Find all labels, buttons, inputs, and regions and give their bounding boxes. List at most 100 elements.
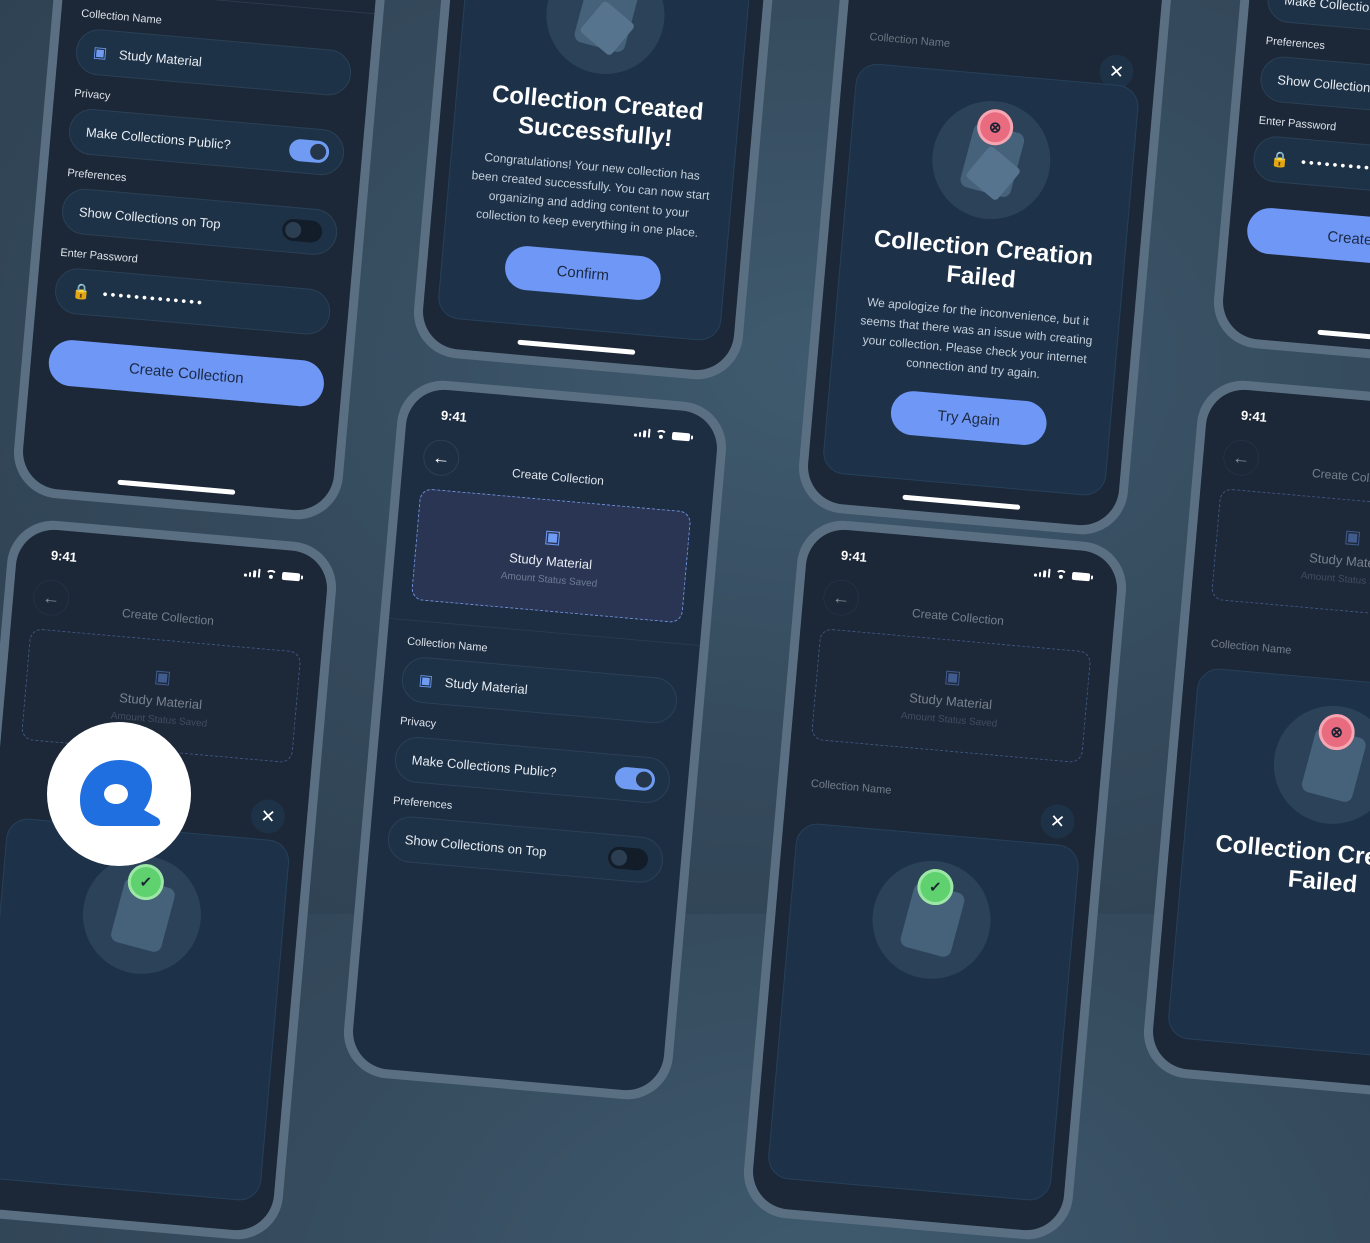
phone-error-bottom-right: 9:41 ← Create Collection ▣ Study Materia…	[1140, 376, 1370, 1104]
screen: Collection Name ▣ Study Material Privacy…	[19, 0, 391, 514]
brand-logo	[47, 722, 191, 866]
home-indicator	[1317, 329, 1370, 345]
showcase-stage: Collection Name ▣ Study Material Privacy…	[0, 0, 1370, 1243]
privacy-toggle-label: Make Collections Public?	[85, 124, 232, 152]
book-icon: ▣	[1343, 525, 1363, 547]
success-modal: Collection Created Successfully! Congrat…	[436, 0, 755, 343]
preview-title: Study Material	[1308, 549, 1370, 572]
preview-title: Study Material	[508, 549, 593, 572]
lock-icon: 🔒	[71, 282, 92, 302]
preferences-toggle-label: Show Collections on Top	[78, 203, 222, 232]
collection-preview-card: ▣ Study Material Amount Status Saved	[410, 488, 692, 624]
collection-preview-card: ▣ Study Material Amount Status Saved	[810, 628, 1092, 764]
screen: 9:41 ← Create Collection ▣ Study Materia…	[1149, 386, 1370, 1094]
preferences-toggle-label: Show Collections on Top	[1276, 71, 1370, 99]
status-bar: 9:41	[440, 407, 691, 445]
preview-title: Study Material	[908, 689, 993, 712]
status-time: 9:41	[1240, 407, 1268, 425]
phone-form-top-right: Make Collections Public? Preferences Sho…	[1210, 0, 1370, 374]
error-modal: ⊗ Collection Creation Failed We apologiz…	[821, 62, 1141, 498]
lock-icon: 🔒	[1269, 150, 1290, 170]
battery-icon	[281, 571, 301, 581]
preview-title: Study Material	[118, 689, 203, 712]
collection-name-value: Study Material	[118, 46, 203, 69]
preferences-toggle-label: Show Collections on Top	[404, 831, 548, 859]
toggle-knob	[610, 849, 628, 867]
privacy-toggle[interactable]	[614, 766, 656, 792]
signal-icon	[633, 427, 651, 438]
success-title: Collection Created Successfully!	[490, 80, 705, 153]
status-bar: 9:41	[50, 547, 301, 585]
password-value: •••••••••••••	[101, 285, 206, 311]
top-bar: ← Create Collection	[1221, 438, 1370, 498]
status-time: 9:41	[50, 547, 78, 565]
status-time: 9:41	[840, 547, 868, 565]
book-icon: ▣	[943, 665, 963, 687]
password-value: •••••••••••••	[1300, 153, 1370, 179]
status-time: 9:41	[440, 407, 468, 425]
screen: Collection Name ✕ ⊗ Collection Creation …	[804, 0, 1176, 529]
create-collection-button[interactable]: Create Collection	[1245, 206, 1370, 277]
success-modal: ✓	[766, 821, 1081, 1203]
create-collection-button[interactable]: Create Collection	[46, 338, 326, 409]
signal-icon	[243, 567, 261, 578]
create-collection-form: Collection Name ▣ Study Material Privacy…	[46, 8, 355, 409]
book-icon: ▣	[92, 43, 108, 63]
wifi-icon	[655, 429, 668, 439]
password-input[interactable]: 🔒 •••••••••••••	[1251, 134, 1370, 205]
close-icon: ✕	[1049, 810, 1067, 832]
preferences-row: Show Collections on Top	[1258, 54, 1370, 125]
phone-success-bottom-left: 9:41 ← Create Collection ▣ Study Materia…	[0, 516, 340, 1243]
status-icons	[243, 567, 301, 581]
status-bar: 9:41	[840, 547, 1091, 585]
try-again-button[interactable]: Try Again	[889, 389, 1049, 448]
book-icon: ▣	[153, 665, 173, 687]
wifi-icon	[265, 569, 278, 579]
collection-illustration: ✓	[867, 855, 996, 984]
error-modal: ⊗ Collection Creation Failed	[1166, 666, 1370, 1063]
collection-preview-card: ▣ Study Material Amount Status Saved	[1210, 488, 1370, 624]
status-bar: 9:41	[1240, 408, 1370, 445]
screen: 9:41 ← Create Collection ▣ Study Materia…	[749, 526, 1121, 1234]
book-icon: ▣	[418, 671, 434, 690]
top-bar: ← Create Collection	[31, 578, 306, 638]
collection-name-value: Study Material	[444, 674, 529, 697]
privacy-toggle-label: Make Collections Public?	[411, 751, 558, 780]
close-button[interactable]: ✕	[1039, 803, 1076, 840]
collection-name-label: Collection Name	[810, 777, 892, 797]
create-collection-form: Make Collections Public? Preferences Sho…	[1245, 0, 1370, 277]
success-modal: ✓	[0, 816, 291, 1203]
collection-name-label: Collection Name	[1210, 637, 1292, 657]
screen: Collection Created Successfully! Congrat…	[419, 0, 791, 374]
screen: Make Collections Public? Preferences Sho…	[1219, 0, 1370, 364]
screen: 9:41 ← Create Collection ▣ Study Materia…	[349, 386, 721, 1094]
preview-subtitle: Amount Status Saved	[500, 569, 598, 590]
brand-logo-icon	[80, 760, 161, 826]
toggle-knob	[635, 770, 653, 789]
toggle-knob	[284, 221, 302, 239]
home-indicator	[117, 479, 236, 495]
collection-illustration	[541, 0, 670, 79]
error-title: Collection Creation Failed	[1214, 830, 1370, 899]
home-indicator	[902, 494, 1021, 510]
close-button[interactable]: ✕	[249, 798, 287, 835]
error-title: Collection Creation Failed	[872, 225, 1095, 294]
collection-illustration: ⊗	[1268, 700, 1370, 829]
screen: 9:41 ← Create Collection ▣ Study Materia…	[0, 526, 331, 1234]
preview-subtitle: Amount Status Saved	[900, 709, 998, 730]
privacy-toggle-label: Make Collections Public?	[1283, 0, 1370, 20]
toggle-knob	[309, 143, 327, 161]
home-indicator	[517, 339, 636, 355]
privacy-toggle[interactable]	[288, 138, 331, 164]
page-title: Create Collection	[511, 466, 605, 488]
phone-error-top: Collection Name ✕ ⊗ Collection Creation …	[795, 0, 1185, 539]
collection-illustration: ✓	[78, 850, 206, 979]
signal-icon	[1033, 567, 1051, 578]
preferences-toggle[interactable]	[281, 218, 324, 244]
preview-subtitle: Amount Status Saved	[1300, 569, 1370, 589]
confirm-button[interactable]: Confirm	[503, 244, 663, 303]
preferences-toggle[interactable]	[607, 845, 649, 872]
phone-success-top: Collection Created Successfully! Congrat…	[410, 0, 800, 384]
wifi-icon	[1055, 569, 1068, 579]
book-icon: ▣	[543, 525, 563, 547]
